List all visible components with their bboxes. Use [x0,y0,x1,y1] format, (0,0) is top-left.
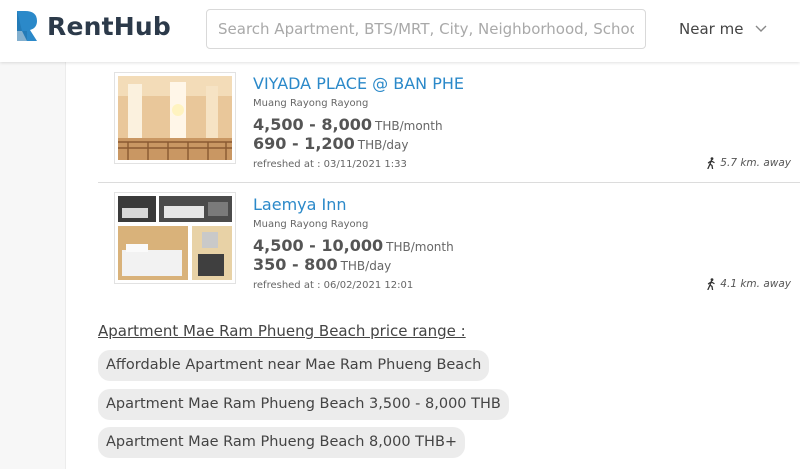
near-me-label: Near me [679,20,744,38]
left-sidebar [0,62,66,469]
listing-title-link[interactable]: VIYADA PLACE @ BAN PHE [253,74,464,93]
walking-person-icon [707,278,715,290]
renthub-logo-icon [17,11,37,41]
chevron-down-icon [755,25,767,32]
top-header: RentHub Near me [0,0,800,62]
distance-text: 5.7 km. away [720,157,791,169]
walking-person-icon [707,157,715,169]
price-range-link-high[interactable]: Apartment Mae Ram Phueng Beach 8,000 THB… [98,427,466,458]
daily-price: 690 - 1,200 THB/day [253,134,409,153]
refreshed-timestamp: refreshed at : 06/02/2021 12:01 [253,280,414,291]
daily-price: 350 - 800 THB/day [253,255,391,274]
listing-title-link[interactable]: Laemya Inn [253,195,347,214]
monthly-price-value: 4,500 - 10,000 [253,236,384,255]
listing-location: Muang Rayong Rayong [253,98,369,109]
listing-location: Muang Rayong Rayong [253,219,369,230]
brand-name: RentHub [47,11,171,41]
daily-price-value: 350 - 800 [253,255,338,274]
distance-info: 4.1 km. away [706,278,791,290]
distance-info: 5.7 km. away [706,157,791,169]
renthub-logo[interactable]: RentHub [15,9,171,43]
room-photo-icon [118,76,232,160]
distance-text: 4.1 km. away [720,278,791,290]
daily-price-value: 690 - 1,200 [253,134,355,153]
monthly-price-unit: THB/month [375,119,443,133]
daily-price-unit: THB/day [357,138,409,152]
price-range-heading: Apartment Mae Ram Phueng Beach price ran… [98,322,466,340]
listing-card[interactable]: Laemya Inn Muang Rayong Rayong 4,500 - 1… [98,183,800,303]
search-input[interactable] [206,9,646,49]
monthly-price: 4,500 - 10,000 THB/month [253,236,454,255]
near-me-dropdown[interactable]: Near me [679,20,767,38]
monthly-price: 4,500 - 8,000 THB/month [253,115,443,134]
monthly-price-unit: THB/month [386,240,454,254]
room-photo-icon [118,196,232,280]
listing-photo[interactable] [114,72,236,164]
price-range-link-mid[interactable]: Apartment Mae Ram Phueng Beach 3,500 - 8… [98,389,509,420]
listing-photo[interactable] [114,192,236,284]
refreshed-timestamp: refreshed at : 03/11/2021 1:33 [253,159,407,170]
daily-price-unit: THB/day [340,259,392,273]
listing-card[interactable]: VIYADA PLACE @ BAN PHE Muang Rayong Rayo… [98,62,800,183]
price-range-link-affordable[interactable]: Affordable Apartment near Mae Ram Phueng… [98,350,490,381]
monthly-price-value: 4,500 - 8,000 [253,115,372,134]
